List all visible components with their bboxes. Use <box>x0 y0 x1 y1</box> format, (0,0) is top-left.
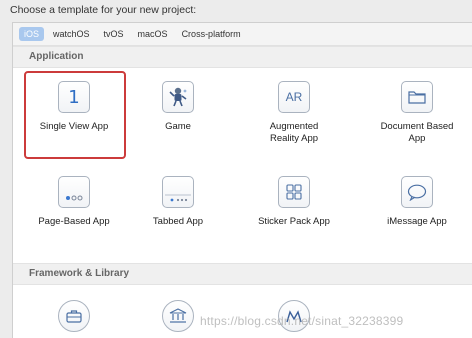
template-sticker-pack-app[interactable]: Sticker Pack App <box>242 176 346 228</box>
template-label: Document Based App <box>380 121 454 144</box>
briefcase-icon <box>58 300 90 332</box>
watermark-text: https://blog.csdn.net/sinat_32238399 <box>200 314 404 328</box>
template-label: Game <box>165 121 191 132</box>
tab-ios[interactable]: iOS <box>19 27 45 41</box>
section-header-application: Application <box>13 46 472 68</box>
tab-cross-platform[interactable]: Cross-platform <box>177 27 246 41</box>
message-bubble-icon <box>401 176 433 208</box>
ar-icon: AR <box>278 81 310 113</box>
sticker-grid-icon <box>278 176 310 208</box>
template-tabbed-app[interactable]: Tabbed App <box>126 176 230 228</box>
template-label: Single View App <box>39 121 109 132</box>
template-imessage-app[interactable]: iMessage App <box>365 176 469 228</box>
tabbed-icon <box>162 176 194 208</box>
library-icon <box>162 300 194 332</box>
tab-macos[interactable]: macOS <box>133 27 173 41</box>
folder-icon <box>401 81 433 113</box>
template-game[interactable]: Game <box>126 81 230 133</box>
template-label: Tabbed App <box>152 216 204 227</box>
template-label: iMessage App <box>387 216 447 227</box>
template-label: Sticker Pack App <box>258 216 330 227</box>
page-title: Choose a template for your new project: <box>10 4 197 16</box>
game-icon <box>162 81 194 113</box>
section-header-framework-library: Framework & Library <box>13 263 472 285</box>
template-label: Page-Based App <box>38 216 110 227</box>
template-framework[interactable] <box>22 300 126 332</box>
template-page-based-app[interactable]: Page-Based App <box>22 176 126 228</box>
tab-tvos[interactable]: tvOS <box>99 27 129 41</box>
template-chooser-window: Choose a template for your new project: … <box>0 0 472 338</box>
template-panel: iOS watchOS tvOS macOS Cross-platform Ap… <box>12 22 472 338</box>
single-view-icon: 1 <box>58 81 90 113</box>
template-document-based-app[interactable]: Document Based App <box>365 81 469 145</box>
template-augmented-reality-app[interactable]: AR Augmented Reality App <box>242 81 346 145</box>
tab-watchos[interactable]: watchOS <box>48 27 95 41</box>
template-single-view-app[interactable]: 1 Single View App <box>22 81 126 133</box>
platform-tabs: iOS watchOS tvOS macOS Cross-platform <box>13 23 472 46</box>
template-label: Augmented Reality App <box>269 121 319 144</box>
page-dots-icon <box>58 176 90 208</box>
